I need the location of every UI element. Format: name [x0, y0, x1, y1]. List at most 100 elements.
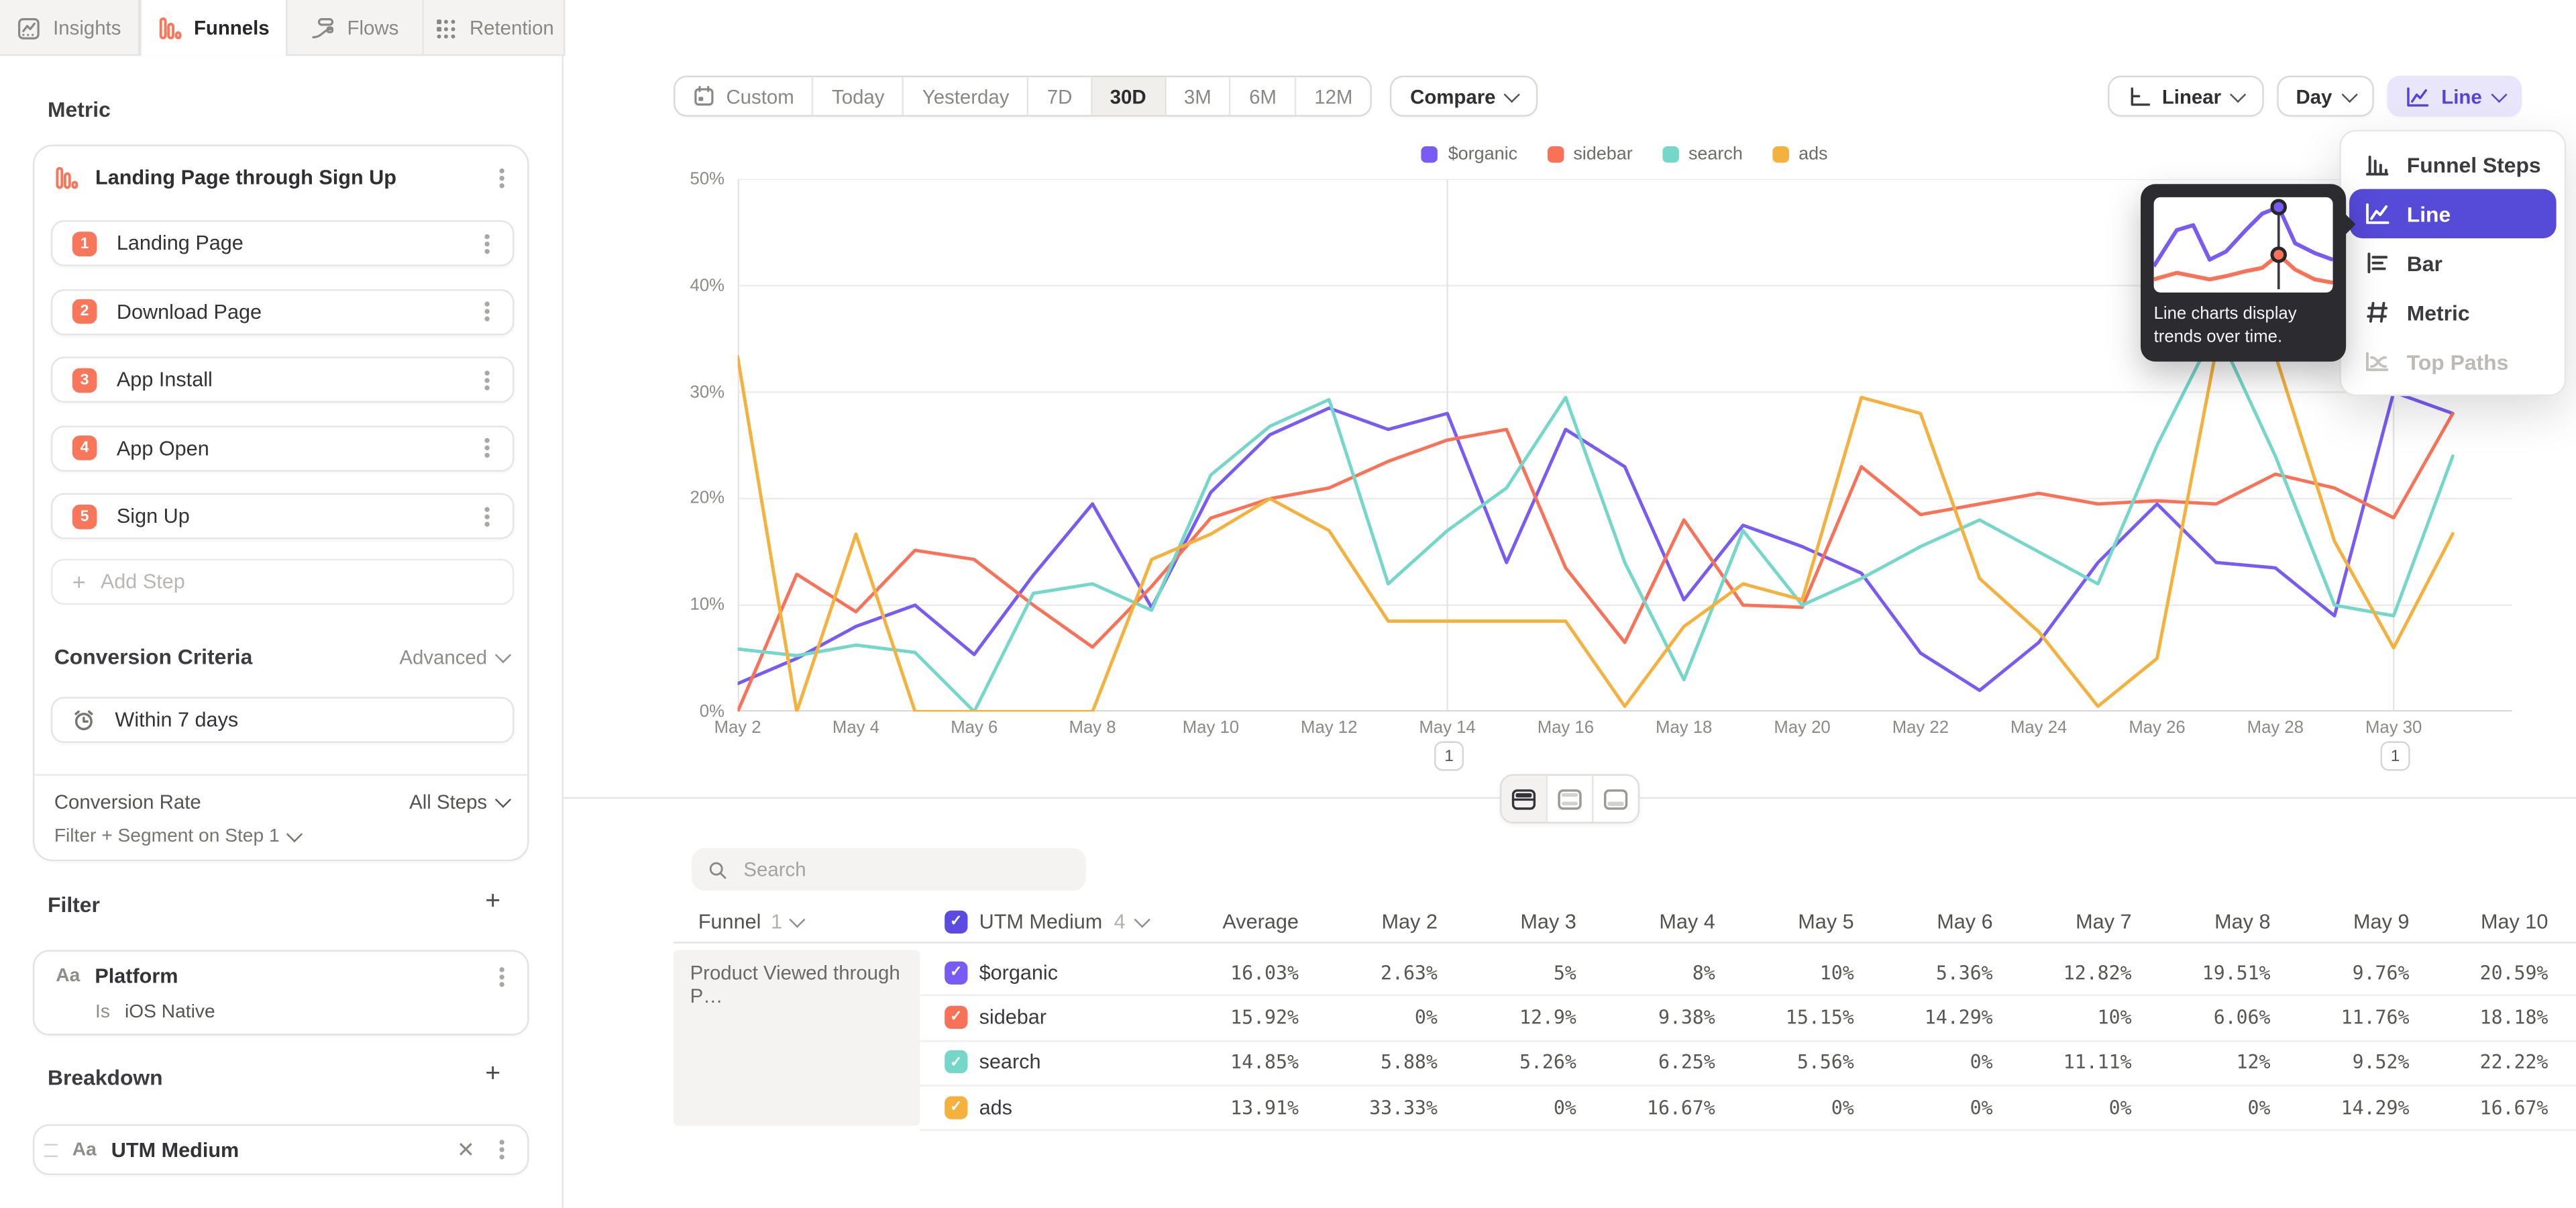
filter-value[interactable]: iOS Native	[125, 1003, 215, 1022]
select-all-checkbox[interactable]: ✓	[945, 910, 967, 933]
layout-bottom-dock-button[interactable]	[1594, 776, 1638, 822]
range-3m[interactable]: 3M	[1166, 77, 1231, 115]
funnel-group-cell[interactable]: Product Viewed through P…	[674, 950, 920, 1126]
day-column-header[interactable]: May 4	[1576, 910, 1715, 933]
legend-item[interactable]: sidebar	[1547, 145, 1633, 164]
menu-item-metric[interactable]: Metric	[2349, 288, 2557, 337]
range-12m[interactable]: 12M	[1296, 77, 1371, 115]
day-column-header[interactable]: May 2	[1299, 910, 1438, 933]
annotation-badge[interactable]: 1	[1434, 741, 1464, 770]
kebab-menu-icon[interactable]	[484, 377, 489, 382]
value-cell: 11.11%	[1993, 1050, 2132, 1073]
kebab-menu-icon[interactable]	[484, 309, 489, 313]
filter-card[interactable]: Aa Platform Is iOS Native	[33, 950, 529, 1036]
annotation-badge[interactable]: 1	[2381, 741, 2410, 770]
series-checkbox[interactable]: ✓	[945, 1050, 967, 1073]
drag-handle-icon[interactable]	[44, 1143, 58, 1156]
x-tick-label: May 2	[685, 718, 790, 738]
day-column-header[interactable]: May 6	[1854, 910, 1993, 933]
insights-icon	[17, 15, 42, 40]
range-yesterday[interactable]: Yesterday	[904, 77, 1029, 115]
funnel-column-header[interactable]: Funnel 1	[674, 910, 920, 933]
day-column-header[interactable]: May 10	[2409, 910, 2548, 933]
value-cell: 5.88%	[1299, 1050, 1438, 1073]
funnel-step[interactable]: 2Download Page	[51, 289, 515, 335]
tab-label: Flows	[347, 16, 399, 39]
filter-heading: Filter	[48, 893, 100, 917]
advanced-dropdown[interactable]: Advanced	[399, 645, 507, 668]
all-steps-dropdown[interactable]: All Steps	[409, 791, 508, 813]
funnel-step[interactable]: 5Sign Up	[51, 493, 515, 540]
menu-item-line[interactable]: Line	[2349, 189, 2557, 238]
table-search	[692, 848, 1086, 891]
tab-funnels[interactable]: Funnels	[140, 0, 287, 56]
tab-retention[interactable]: Retention	[424, 0, 564, 56]
day-column-header[interactable]: May 7	[1993, 910, 2132, 933]
filter-segment-dropdown[interactable]: Filter + Segment on Step 1	[54, 827, 300, 846]
filter-operator[interactable]: Is	[95, 1003, 110, 1022]
funnel-step[interactable]: 4App Open	[51, 425, 515, 471]
granularity-button[interactable]: Day	[2276, 76, 2374, 117]
chart-type-menu: Funnel StepsLineBarMetricTop Paths	[2339, 130, 2566, 396]
value-cell: 5.56%	[1715, 1050, 1854, 1073]
scale-button[interactable]: Linear	[2108, 76, 2263, 117]
plus-icon: +	[72, 568, 86, 595]
funnel-header[interactable]: Landing Page through Sign Up	[54, 161, 515, 194]
range-6m[interactable]: 6M	[1231, 77, 1296, 115]
bottom-dock-icon	[1603, 788, 1628, 809]
compare-button[interactable]: Compare	[1391, 76, 1538, 117]
kebab-menu-icon[interactable]	[484, 513, 489, 518]
menu-item-label: Bar	[2407, 250, 2443, 275]
breakdown-column-header[interactable]: ✓ UTM Medium 4	[920, 910, 1160, 933]
breakdown-card[interactable]: Aa UTM Medium ✕	[33, 1124, 529, 1175]
x-tick-label: May 20	[1750, 718, 1855, 738]
add-filter-button[interactable]: +	[480, 889, 506, 915]
layout-split-vertical-button[interactable]	[1548, 776, 1594, 822]
tab-insights[interactable]: Insights	[0, 0, 140, 56]
conversion-window-card[interactable]: Within 7 days	[51, 697, 515, 743]
range-7d[interactable]: 7D	[1029, 77, 1092, 115]
legend-item[interactable]: search	[1662, 145, 1743, 164]
day-column-header[interactable]: May 5	[1715, 910, 1854, 933]
series-checkbox[interactable]: ✓	[945, 1006, 967, 1029]
close-icon[interactable]: ✕	[457, 1139, 475, 1160]
menu-item-bar[interactable]: Bar	[2349, 238, 2557, 287]
add-breakdown-button[interactable]: +	[480, 1062, 506, 1088]
table-row: ✓sidebar15.92%0%12.9%9.38%15.15%14.29%10…	[920, 995, 2576, 1041]
kebab-menu-icon[interactable]	[499, 175, 504, 180]
value-cell: 5.26%	[1438, 1050, 1576, 1073]
layout-split-horizontal-button[interactable]	[1501, 776, 1548, 822]
day-column-header[interactable]: May 8	[2132, 910, 2271, 933]
chart-type-button[interactable]: Line	[2387, 76, 2522, 117]
legend-item[interactable]: ads	[1772, 145, 1828, 164]
series-checkbox[interactable]: ✓	[945, 1095, 967, 1118]
funnel-step[interactable]: 1Landing Page	[51, 220, 515, 266]
kebab-menu-icon[interactable]	[499, 1147, 504, 1152]
calendar-icon	[693, 85, 714, 107]
average-column-header[interactable]: Average	[1160, 910, 1299, 933]
day-column-header[interactable]: May 9	[2270, 910, 2409, 933]
chevron-down-icon	[2491, 86, 2507, 101]
series-name-cell: ✓search	[920, 1050, 1160, 1073]
value-cell: 2.63%	[1299, 961, 1438, 984]
legend-swatch	[1547, 146, 1563, 162]
range-label: Yesterday	[922, 85, 1010, 107]
day-column-header[interactable]: May 3	[1438, 910, 1576, 933]
range-30d[interactable]: 30D	[1092, 77, 1166, 115]
kebab-menu-icon[interactable]	[499, 974, 504, 978]
range-custom[interactable]: Custom	[676, 77, 814, 115]
funnel-col-label: Funnel	[698, 910, 761, 933]
legend-item[interactable]: $organic	[1422, 145, 1518, 164]
kebab-menu-icon[interactable]	[484, 446, 489, 450]
tab-flows[interactable]: Flows	[288, 0, 424, 56]
conversion-window-label: Within 7 days	[115, 709, 499, 732]
menu-item-funnel-steps[interactable]: Funnel Steps	[2349, 140, 2557, 189]
series-line-ads	[738, 350, 2453, 712]
range-today[interactable]: Today	[814, 77, 904, 115]
kebab-menu-icon[interactable]	[484, 241, 489, 246]
add-step-button[interactable]: + Add Step	[51, 559, 515, 605]
series-checkbox[interactable]: ✓	[945, 961, 967, 984]
search-input[interactable]	[741, 856, 1070, 883]
funnel-step[interactable]: 3App Install	[51, 356, 515, 403]
range-label: 30D	[1110, 85, 1146, 107]
